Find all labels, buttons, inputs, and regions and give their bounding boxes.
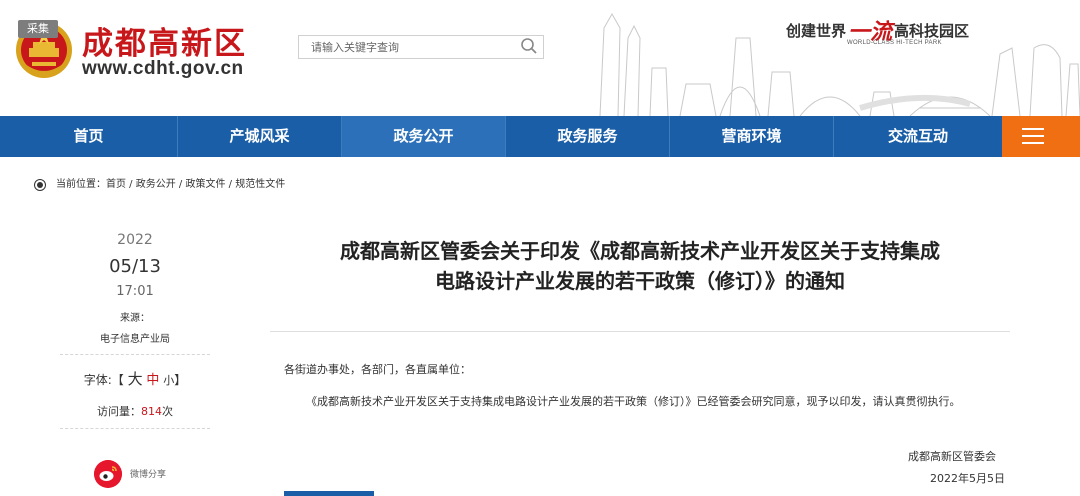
slogan-prefix: 创建世界: [786, 22, 847, 40]
collect-tag[interactable]: 采集: [18, 20, 58, 38]
breadcrumb-label: 当前位置：: [56, 179, 106, 190]
nav-item-interaction[interactable]: 交流互动: [834, 116, 1002, 157]
meta-divider: [60, 428, 210, 429]
nav-item-gov-affairs[interactable]: 政务公开: [342, 116, 506, 157]
article-title-line-2: 电路设计产业发展的若干政策（修订）》的通知: [435, 269, 845, 293]
search-icon: [521, 38, 537, 54]
hamburger-icon: [1022, 128, 1044, 130]
visits-unit: 次: [162, 405, 173, 418]
font-size-large-button[interactable]: 大: [128, 370, 143, 388]
location-icon: [34, 179, 46, 191]
weibo-icon: [94, 460, 122, 488]
article-signature-date: 2022年5月5日: [930, 472, 1005, 485]
breadcrumb-normative-docs[interactable]: 规范性文件: [235, 179, 285, 190]
site-url: www.cdht.gov.cn: [82, 58, 244, 79]
nav-menu-button[interactable]: [1002, 116, 1080, 157]
main-nav: 首页 产城风采 政务公开 政务服务 营商环境 交流互动: [0, 116, 1080, 157]
breadcrumb-home[interactable]: 首页: [106, 179, 126, 190]
site-header: 采集 成都高新区 www.cdht.gov.cn 请输入关键字查询 创建世界一流…: [0, 0, 1080, 116]
slogan-english: WORLD-CLASS HI-TECH PARK: [847, 40, 942, 46]
attachment-bar: [284, 491, 374, 496]
source-label: 来源：: [120, 313, 150, 324]
breadcrumb-policy-docs[interactable]: 政策文件: [185, 179, 225, 190]
visits-label: 访问量：: [97, 405, 141, 418]
nav-item-city[interactable]: 产城风采: [178, 116, 342, 157]
article-signature-org: 成都高新区管委会: [908, 450, 996, 463]
weibo-share-label: 微博分享: [130, 470, 167, 480]
article-salutation: 各街道办事处，各部门，各直属单位：: [284, 363, 471, 376]
title-divider: [270, 331, 1010, 332]
article-title-line-1: 成都高新区管委会关于印发《成都高新技术产业开发区关于支持集成: [340, 239, 940, 263]
publish-time: 17:01: [116, 284, 154, 299]
font-size-medium-button[interactable]: 中: [146, 373, 159, 388]
breadcrumb-gov-affairs[interactable]: 政务公开: [136, 179, 176, 190]
site-name: 成都高新区: [82, 26, 247, 62]
publish-date: 05/13: [109, 256, 161, 277]
nav-item-home[interactable]: 首页: [0, 116, 178, 157]
weibo-share-button[interactable]: 微博分享: [94, 460, 194, 488]
visit-count: 访问量：814次: [60, 403, 210, 419]
meta-divider: [60, 354, 210, 355]
search-box: [298, 35, 544, 59]
search-button[interactable]: [517, 37, 541, 57]
font-size-small-button[interactable]: 小: [163, 374, 174, 387]
nav-item-business[interactable]: 营商环境: [670, 116, 834, 157]
font-size-control: 字体:【 大 中 小】: [60, 368, 210, 389]
nav-item-gov-services[interactable]: 政务服务: [506, 116, 670, 157]
font-size-label: 字体:【: [83, 373, 124, 387]
source-value: 电子信息产业局: [100, 334, 170, 345]
font-size-close: 】: [174, 373, 187, 387]
visits-number: 814: [141, 405, 162, 418]
article-title: 成都高新区管委会关于印发《成都高新技术产业开发区关于支持集成 电路设计产业发展的…: [270, 236, 1010, 296]
article-paragraph: 《成都高新技术产业开发区关于支持集成电路设计产业发展的若干政策（修订）》已经管委…: [306, 395, 961, 408]
slogan-suffix: 高科技园区: [894, 22, 970, 40]
publish-year: 2022: [117, 232, 153, 248]
search-input[interactable]: [299, 36, 513, 58]
